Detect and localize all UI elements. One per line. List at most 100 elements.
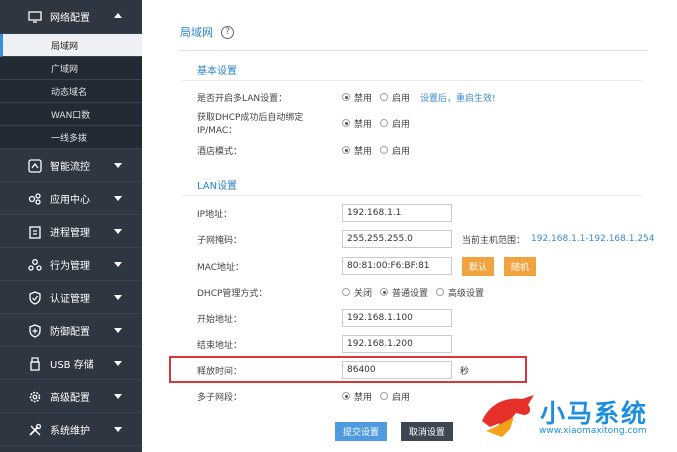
users-icon <box>28 259 42 271</box>
radio-empty-icon <box>436 288 445 296</box>
field-label: 多子网段： <box>197 392 243 403</box>
sidebar-item-wan-count[interactable]: WAN口数 <box>0 103 142 126</box>
page-title-text: 局域网 <box>180 26 213 39</box>
usb-icon <box>30 357 40 371</box>
range-label: 当前主机范围： <box>462 235 526 246</box>
shield-check-icon <box>29 291 41 305</box>
row-dhcp-bind: 获取DHCP成功后自动绑定IP/MAC： 禁用 启用 <box>197 113 657 136</box>
divider <box>182 195 642 196</box>
chevron-down-icon <box>114 427 122 432</box>
menu-usb[interactable]: USB 存储 <box>0 347 142 380</box>
sidebar-item-multi-dial[interactable]: 一线多拨 <box>0 126 142 149</box>
chevron-up-icon <box>114 13 122 18</box>
field-label: 结束地址： <box>197 340 243 351</box>
row-mask: 子网掩码： 255.255.255.0 当前主机范围： 192.168.1.1-… <box>197 229 657 249</box>
radio-empty-icon <box>380 93 389 101</box>
submenu-network: 局域网 广域网 动态域名 WAN口数 一线多拨 <box>0 34 142 149</box>
radio-checked-icon <box>342 119 350 127</box>
chevron-down-icon <box>114 361 122 366</box>
shield-plus-icon <box>29 324 41 338</box>
cancel-button[interactable]: 取消设置 <box>400 422 453 441</box>
radio-dhcp-advanced[interactable]: 高级设置 <box>436 286 484 299</box>
menu-label: 应用中心 <box>50 194 90 206</box>
field-label: 酒店模式： <box>197 146 243 157</box>
radio-disable[interactable]: 禁用 <box>342 144 372 157</box>
radio-disable[interactable]: 禁用 <box>342 91 372 104</box>
menu-app-center[interactable]: 应用中心 <box>0 182 142 215</box>
radio-checked-icon <box>342 392 350 400</box>
radio-label: 禁用 <box>354 119 373 130</box>
radio-label: 关闭 <box>354 288 373 299</box>
horse-logo-icon <box>482 395 534 437</box>
menu-label: 进程管理 <box>50 227 90 239</box>
page-title: 局域网 ? <box>180 24 234 40</box>
field-label: 是否开启多LAN设置： <box>197 93 288 104</box>
chevron-down-icon <box>114 163 122 168</box>
field-label: 子网掩码： <box>197 235 243 246</box>
sidebar: 网络配置 局域网 广域网 动态域名 WAN口数 一线多拨 智能流控 应用中心 进… <box>0 0 142 452</box>
watermark-logo: 小马系统 www.xiaomaxitong.com <box>470 389 677 444</box>
menu-behavior[interactable]: 行为管理 <box>0 248 142 281</box>
radio-dhcp-normal[interactable]: 普通设置 <box>380 286 428 299</box>
menu-defense[interactable]: 防御配置 <box>0 314 142 347</box>
watermark-url: www.xiaomaxitong.com <box>539 426 647 436</box>
radio-label: 启用 <box>392 119 411 130</box>
radio-enable[interactable]: 启用 <box>380 91 410 104</box>
default-mac-button[interactable]: 默认 <box>462 256 494 276</box>
sidebar-item-wan[interactable]: 广域网 <box>0 57 142 80</box>
row-mac: MAC地址： 80:81:00:F6:BF:81 默认 随机 <box>197 256 657 276</box>
submit-button[interactable]: 提交设置 <box>335 422 387 441</box>
radio-empty-icon <box>380 119 389 127</box>
highlight-box <box>169 356 527 383</box>
menu-advanced[interactable]: 高级配置 <box>0 380 142 413</box>
radio-enable[interactable]: 启用 <box>380 390 410 403</box>
menu-label: USB 存储 <box>50 359 94 371</box>
field-label: 开始地址： <box>197 314 243 325</box>
radio-label: 禁用 <box>354 93 373 104</box>
menu-label: 网络配置 <box>50 13 90 24</box>
row-end-address: 结束地址： 192.168.1.200 <box>197 334 657 354</box>
menu-maintenance[interactable]: 系统维护 <box>0 413 142 446</box>
radio-checked-icon <box>342 146 350 154</box>
radio-label: 启用 <box>392 146 411 157</box>
menu-process[interactable]: 进程管理 <box>0 215 142 248</box>
radio-disable[interactable]: 禁用 <box>342 390 372 403</box>
field-label: 获取DHCP成功后自动绑定IP/MAC： <box>197 113 304 136</box>
radio-empty-icon <box>380 392 389 400</box>
row-dhcp-mode: DHCP管理方式： 关闭 普通设置 高级设置 <box>197 282 657 302</box>
divider <box>182 80 642 81</box>
row-multi-lan: 是否开启多LAN设置： 禁用 启用 设置后，重启生效! <box>197 87 657 107</box>
radio-dhcp-off[interactable]: 关闭 <box>342 286 372 299</box>
menu-auth[interactable]: 认证管理 <box>0 281 142 314</box>
menu-label: 认证管理 <box>50 293 90 305</box>
field-label: IP地址： <box>197 209 233 220</box>
sidebar-item-lan[interactable]: 局域网 <box>0 34 142 57</box>
main-panel: 局域网 ? 基本设置 是否开启多LAN设置： 禁用 启用 设置后，重启生效! 获… <box>142 0 677 452</box>
start-address-input[interactable]: 192.168.1.100 <box>342 309 452 327</box>
radio-label: 启用 <box>392 392 411 403</box>
chevron-down-icon <box>114 229 122 234</box>
radio-enable[interactable]: 启用 <box>380 117 410 130</box>
radio-disable[interactable]: 禁用 <box>342 117 372 130</box>
flow-icon <box>28 159 42 173</box>
help-icon[interactable]: ? <box>221 25 234 39</box>
radio-label: 高级设置 <box>448 288 485 299</box>
radio-label: 启用 <box>392 93 411 104</box>
menu-network-config[interactable]: 网络配置 <box>0 0 142 34</box>
sidebar-item-ddns[interactable]: 动态域名 <box>0 80 142 103</box>
row-hotel-mode: 酒店模式： 禁用 启用 <box>197 140 657 160</box>
radio-label: 普通设置 <box>392 288 429 299</box>
action-bar: 提交设置 取消设置 <box>335 422 453 441</box>
subnet-mask-input[interactable]: 255.255.255.0 <box>342 230 452 248</box>
random-mac-button[interactable]: 随机 <box>504 256 536 276</box>
divider <box>178 50 648 51</box>
menu-label: 高级配置 <box>50 392 90 404</box>
field-label: MAC地址： <box>197 262 245 273</box>
radio-enable[interactable]: 启用 <box>380 144 410 157</box>
end-address-input[interactable]: 192.168.1.200 <box>342 335 452 353</box>
mac-input[interactable]: 80:81:00:F6:BF:81 <box>342 257 452 275</box>
radio-checked-icon <box>380 288 389 296</box>
menu-smart-flow[interactable]: 智能流控 <box>0 149 142 182</box>
ip-input[interactable]: 192.168.1.1 <box>342 204 452 222</box>
chevron-down-icon <box>114 196 122 201</box>
